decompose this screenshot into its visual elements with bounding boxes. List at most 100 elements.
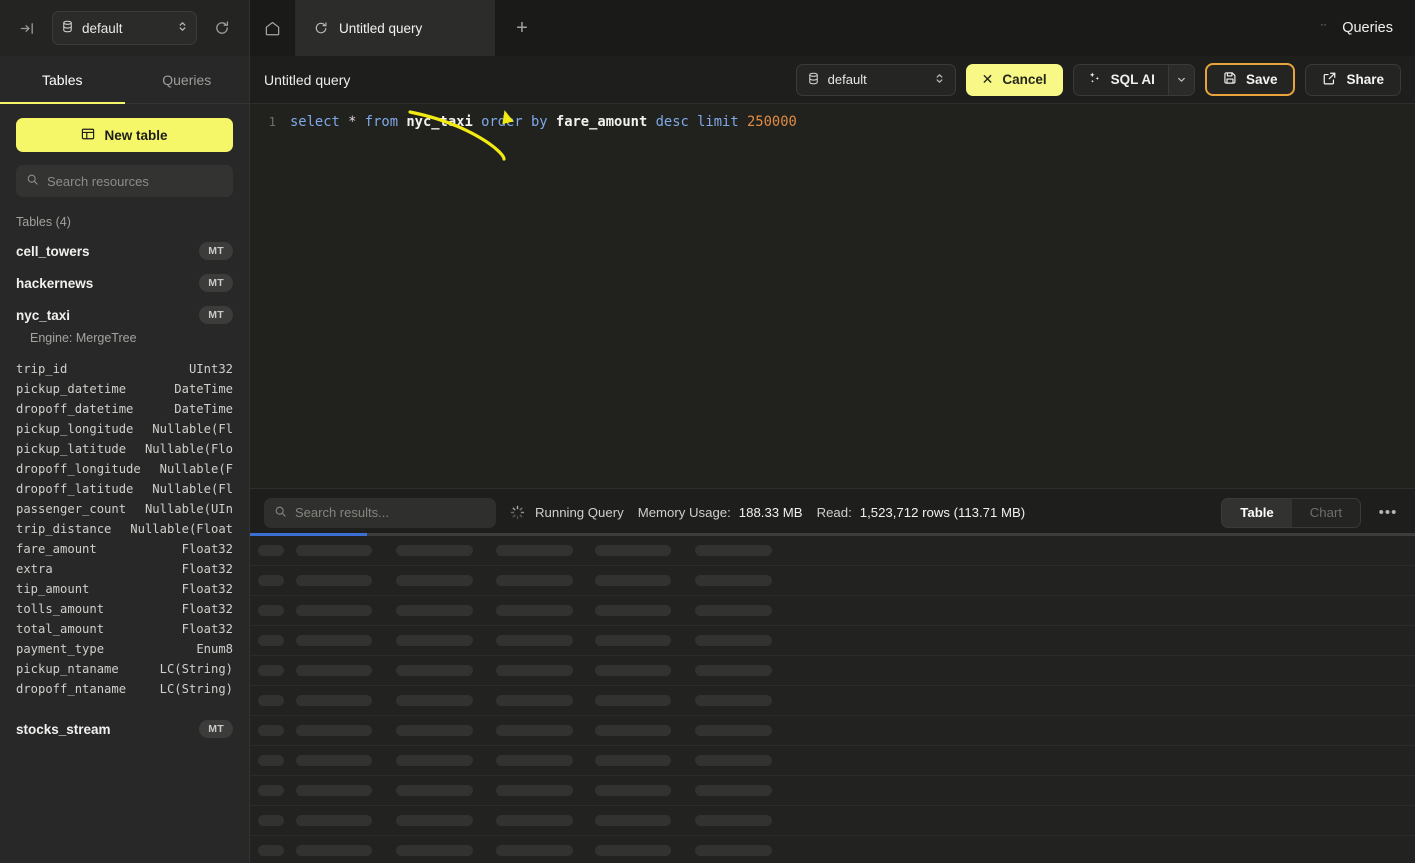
column-type: Nullable(Float <box>130 519 233 539</box>
top-bar-spacer <box>548 0 1298 56</box>
column-row[interactable]: pickup_datetime DateTime <box>16 379 233 399</box>
column-row[interactable]: pickup_latitude Nullable(Flo <box>16 439 233 459</box>
query-database-label: default <box>828 72 926 87</box>
line-number: 1 <box>250 114 290 129</box>
column-row[interactable]: trip_distance Nullable(Float <box>16 519 233 539</box>
new-table-button[interactable]: New table <box>16 118 233 152</box>
save-label: Save <box>1246 72 1278 87</box>
database-selector[interactable]: default <box>52 11 197 45</box>
column-name: trip_id <box>16 359 67 379</box>
table-item-stocks-stream[interactable]: stocks_stream MT <box>0 713 249 745</box>
column-row[interactable]: fare_amount Float32 <box>16 539 233 559</box>
column-row[interactable]: dropoff_datetime DateTime <box>16 399 233 419</box>
skeleton-row <box>250 536 1415 566</box>
table-item-hackernews[interactable]: hackernews MT <box>0 267 249 299</box>
query-tab-label: Untitled query <box>339 21 422 36</box>
save-button[interactable]: Save <box>1205 63 1296 96</box>
memory-usage-label: Memory Usage: <box>638 505 731 520</box>
query-tab[interactable]: Untitled query <box>296 0 496 56</box>
engine-badge: MT <box>199 242 233 260</box>
column-row[interactable]: extra Float32 <box>16 559 233 579</box>
list-spacer <box>0 699 249 713</box>
column-row[interactable]: passenger_count Nullable(UIn <box>16 499 233 519</box>
skeleton-row <box>250 776 1415 806</box>
query-title[interactable]: Untitled query <box>264 72 786 88</box>
column-type: Float32 <box>182 539 233 559</box>
column-name: extra <box>16 559 53 579</box>
results-more-options-button[interactable]: ••• <box>1375 504 1401 521</box>
chevron-down-icon[interactable] <box>1168 65 1194 95</box>
column-row[interactable]: pickup_ntaname LC(String) <box>16 659 233 679</box>
sql-token: 250000 <box>747 114 797 130</box>
search-icon <box>26 173 39 189</box>
tab-table-view[interactable]: Table <box>1222 499 1291 527</box>
column-type: Float32 <box>182 579 233 599</box>
column-row[interactable]: tip_amount Float32 <box>16 579 233 599</box>
sql-ai-button[interactable]: SQL AI <box>1074 65 1168 95</box>
queries-menu-button[interactable]: Queries <box>1298 0 1415 56</box>
column-name: pickup_datetime <box>16 379 126 399</box>
database-selector-label: default <box>82 21 169 36</box>
query-database-selector[interactable]: default <box>796 64 956 96</box>
query-progress-bar <box>250 533 1415 536</box>
sidebar: Tables Queries New table <box>0 56 250 863</box>
read-stat: Read: 1,523,712 rows (113.71 MB) <box>817 505 1026 520</box>
sql-editor[interactable]: 1 select * from nyc_taxi order by fare_a… <box>250 104 1415 488</box>
cancel-button[interactable]: ✕ Cancel <box>966 64 1063 96</box>
refresh-icon[interactable] <box>207 13 237 43</box>
list-icon <box>1320 22 1333 35</box>
column-type: Nullable(F <box>160 459 233 479</box>
chevron-up-down-icon <box>177 20 188 36</box>
sidebar-tab-queries[interactable]: Queries <box>125 56 250 103</box>
column-row[interactable]: dropoff_ntaname LC(String) <box>16 679 233 699</box>
column-row[interactable]: tolls_amount Float32 <box>16 599 233 619</box>
search-results-input[interactable]: Search results... <box>264 498 496 528</box>
table-item-nyc-taxi[interactable]: nyc_taxi MT <box>0 299 249 331</box>
column-name: pickup_latitude <box>16 439 126 459</box>
column-type: Enum8 <box>196 639 233 659</box>
column-row[interactable]: dropoff_longitude Nullable(F <box>16 459 233 479</box>
sql-token: desc <box>656 114 689 130</box>
app-body: Tables Queries New table <box>0 56 1415 863</box>
memory-usage-value: 188.33 MB <box>739 505 803 520</box>
column-type: Nullable(Fl <box>152 419 233 439</box>
annotation-arrow <box>250 104 550 304</box>
search-resources-input[interactable]: Search resources <box>16 165 233 197</box>
home-icon[interactable] <box>250 0 296 56</box>
sidebar-tab-tables[interactable]: Tables <box>0 56 125 103</box>
loading-spinner-icon <box>510 505 525 520</box>
main-panel: Untitled query default <box>250 56 1415 863</box>
collapse-sidebar-icon[interactable] <box>12 13 42 43</box>
column-type: LC(String) <box>160 679 233 699</box>
sql-ai-button-group: SQL AI <box>1073 64 1195 96</box>
share-button[interactable]: Share <box>1305 64 1401 96</box>
table-grid-icon <box>81 127 95 144</box>
read-value: 1,523,712 rows (113.71 MB) <box>860 505 1025 520</box>
column-type: UInt32 <box>189 359 233 379</box>
engine-badge: MT <box>199 306 233 324</box>
column-name: fare_amount <box>16 539 97 559</box>
floppy-disk-icon <box>1223 71 1237 88</box>
sql-code[interactable]: select * from nyc_taxi order by fare_amo… <box>290 114 797 130</box>
skeleton-row <box>250 686 1415 716</box>
tables-list: cell_towers MT hackernews MT nyc_taxi MT… <box>0 235 249 863</box>
running-spinner-icon <box>314 21 328 35</box>
new-tab-button[interactable]: + <box>496 0 548 56</box>
column-row[interactable]: dropoff_latitude Nullable(Fl <box>16 479 233 499</box>
search-resources-placeholder: Search resources <box>47 174 149 189</box>
column-name: trip_distance <box>16 519 111 539</box>
tab-chart-view[interactable]: Chart <box>1292 499 1360 527</box>
column-row[interactable]: payment_type Enum8 <box>16 639 233 659</box>
column-row[interactable]: trip_id UInt32 <box>16 359 233 379</box>
column-row[interactable]: pickup_longitude Nullable(Fl <box>16 419 233 439</box>
sparkles-icon <box>1087 71 1102 89</box>
search-icon <box>274 505 287 521</box>
table-item-cell-towers[interactable]: cell_towers MT <box>0 235 249 267</box>
new-table-label: New table <box>104 128 167 143</box>
column-name: tip_amount <box>16 579 89 599</box>
column-list: trip_id UInt32 pickup_datetime DateTime … <box>0 351 249 699</box>
column-row[interactable]: total_amount Float32 <box>16 619 233 639</box>
query-status: Running Query <box>510 505 624 520</box>
top-bar-right: Untitled query + Queries <box>250 0 1415 56</box>
read-label: Read: <box>817 505 852 520</box>
